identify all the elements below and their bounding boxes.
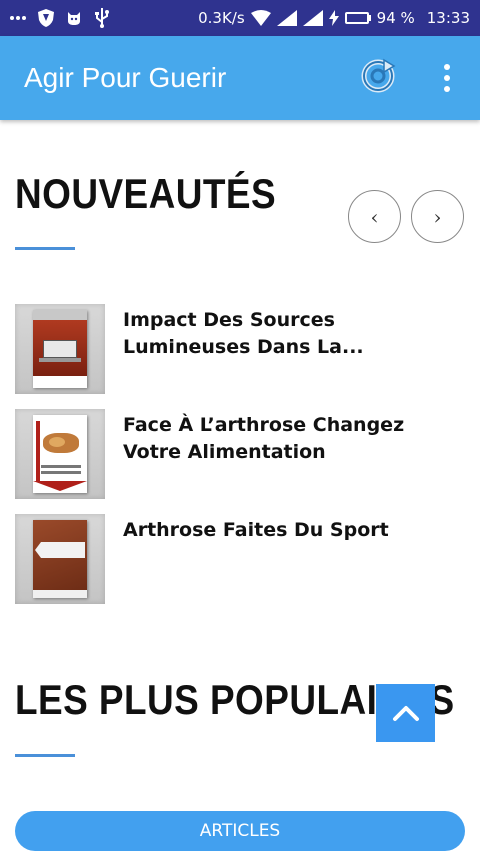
charging-icon: [328, 10, 339, 26]
overflow-dot: [444, 75, 450, 81]
refresh-icon: [361, 58, 396, 93]
item-title: Arthrose Faites Du Sport: [123, 519, 389, 541]
list-item[interactable]: Face À L’arthrose Changez Votre Alimenta…: [15, 409, 467, 499]
wifi-icon: [250, 10, 271, 26]
chevron-right-icon: ›: [433, 204, 442, 229]
shield-icon: [38, 9, 54, 27]
book-thumbnail: [15, 514, 105, 604]
book-thumbnail: [15, 409, 105, 499]
section-underline: [15, 754, 75, 757]
app-title: Agir Pour Guerir: [24, 62, 227, 93]
list-item[interactable]: Arthrose Faites Du Sport: [15, 514, 467, 604]
scroll-to-top-button[interactable]: [376, 684, 435, 742]
status-bar: 0.3K/s 94 % 13:33: [0, 0, 480, 36]
overflow-menu-button[interactable]: [434, 60, 460, 96]
signal-icon: [276, 10, 297, 26]
item-title: Face À L’arthrose Changez Votre Alimenta…: [123, 414, 405, 463]
section-title-new: NOUVEAUTÉS: [15, 170, 277, 217]
cat-icon: [66, 10, 82, 26]
list-item[interactable]: Impact Des Sources Lumineuses Dans La...: [15, 304, 467, 394]
overflow-dot: [444, 86, 450, 92]
book-thumbnail: [15, 304, 105, 394]
overflow-dot: [444, 64, 450, 70]
articles-button[interactable]: ARTICLES: [15, 811, 465, 851]
refresh-button[interactable]: [359, 56, 397, 96]
app-bar: Agir Pour Guerir: [0, 36, 480, 120]
clock: 13:33: [426, 9, 470, 27]
usb-icon: [94, 8, 110, 28]
battery-icon: [344, 12, 371, 24]
item-title: Impact Des Sources Lumineuses Dans La...: [123, 309, 364, 358]
chevron-left-icon: ‹: [370, 204, 379, 229]
signal-icon-2: [302, 10, 323, 26]
chevron-up-icon: [392, 706, 419, 721]
network-speed: 0.3K/s: [198, 9, 245, 27]
section-underline: [15, 247, 75, 250]
carousel-next-button[interactable]: ›: [411, 190, 464, 243]
more-dots-icon: [10, 15, 26, 21]
carousel-prev-button[interactable]: ‹: [348, 190, 401, 243]
battery-percent: 94 %: [376, 9, 415, 27]
